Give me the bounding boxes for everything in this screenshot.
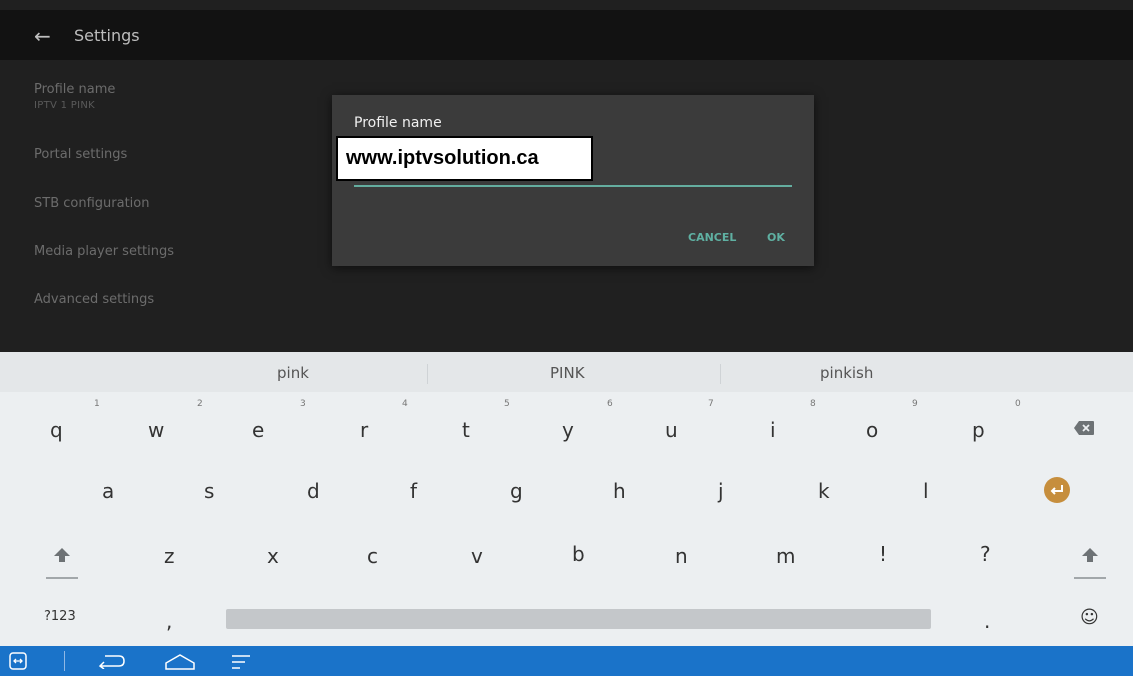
cancel-button[interactable]: CANCEL — [688, 231, 736, 244]
key-exclamation[interactable]: ! — [879, 542, 887, 566]
ok-button[interactable]: OK — [767, 231, 785, 244]
key-k[interactable]: k — [818, 479, 830, 503]
page-title: Settings — [74, 26, 140, 45]
key-r[interactable]: r — [360, 418, 368, 442]
setting-profile-name-value: IPTV 1 PINK — [34, 100, 95, 111]
key-comma[interactable]: , — [166, 609, 172, 633]
app-switch-icon[interactable] — [9, 652, 27, 670]
emoji-icon[interactable]: ☺ — [1080, 607, 1099, 628]
key-hint: 3 — [300, 399, 306, 409]
key-q[interactable]: q — [50, 418, 63, 442]
setting-portal[interactable]: Portal settings — [34, 147, 127, 162]
key-hint: 0 — [1015, 399, 1021, 409]
key-question[interactable]: ? — [980, 542, 991, 566]
symbols-key[interactable]: ?123 — [44, 609, 76, 624]
shift-icon[interactable] — [1072, 542, 1108, 582]
key-x[interactable]: x — [267, 544, 279, 568]
suggestion-3[interactable]: pinkish — [820, 364, 873, 382]
key-j[interactable]: j — [718, 479, 724, 503]
key-c[interactable]: c — [367, 544, 378, 568]
divider — [427, 364, 428, 384]
key-w[interactable]: w — [148, 418, 164, 442]
suggestion-1[interactable]: pink — [277, 364, 309, 382]
dialog-title: Profile name — [354, 115, 442, 131]
key-n[interactable]: n — [675, 544, 688, 568]
key-h[interactable]: h — [613, 479, 626, 503]
key-s[interactable]: s — [204, 479, 214, 503]
key-p[interactable]: p — [972, 418, 985, 442]
key-a[interactable]: a — [102, 479, 114, 503]
setting-advanced[interactable]: Advanced settings — [34, 292, 154, 307]
key-e[interactable]: e — [252, 418, 264, 442]
key-hint: 9 — [912, 399, 918, 409]
space-bar[interactable] — [226, 609, 931, 629]
setting-stb[interactable]: STB configuration — [34, 196, 149, 211]
enter-icon[interactable] — [1043, 476, 1071, 504]
key-hint: 4 — [402, 399, 408, 409]
back-nav-icon[interactable] — [97, 653, 127, 669]
setting-media-player[interactable]: Media player settings — [34, 244, 174, 259]
shift-icon[interactable] — [44, 542, 80, 582]
soft-keyboard: pink PINK pinkish q 1 w 2 e 3 r 4 t 5 y … — [0, 352, 1133, 646]
setting-profile-name[interactable]: Profile name IPTV 1 PINK — [34, 82, 115, 111]
key-y[interactable]: y — [562, 418, 574, 442]
key-hint: 7 — [708, 399, 714, 409]
setting-profile-name-label: Profile name — [34, 82, 116, 97]
divider — [64, 651, 65, 671]
key-b[interactable]: b — [572, 542, 585, 566]
watermark-url: www.iptvsolution.ca — [336, 136, 593, 181]
key-hint: 1 — [94, 399, 100, 409]
key-f[interactable]: f — [410, 479, 417, 503]
key-t[interactable]: t — [462, 418, 470, 442]
back-arrow-icon[interactable]: ← — [34, 24, 51, 48]
key-l[interactable]: l — [923, 479, 929, 503]
suggestion-2[interactable]: PINK — [550, 364, 585, 382]
key-i[interactable]: i — [770, 418, 776, 442]
divider — [720, 364, 721, 384]
key-hint: 2 — [197, 399, 203, 409]
key-g[interactable]: g — [510, 479, 523, 503]
app-bar: ← Settings — [0, 10, 1133, 60]
key-period[interactable]: . — [984, 609, 990, 633]
key-hint: 8 — [810, 399, 816, 409]
key-u[interactable]: u — [665, 418, 678, 442]
system-nav-bar — [0, 646, 1133, 676]
key-m[interactable]: m — [776, 544, 795, 568]
home-nav-icon[interactable] — [163, 653, 197, 671]
key-z[interactable]: z — [164, 544, 175, 568]
key-d[interactable]: d — [307, 479, 320, 503]
key-hint: 6 — [607, 399, 613, 409]
key-o[interactable]: o — [866, 418, 878, 442]
key-v[interactable]: v — [471, 544, 483, 568]
backspace-icon[interactable] — [1073, 420, 1095, 436]
menu-nav-icon[interactable] — [231, 654, 251, 670]
key-hint: 5 — [504, 399, 510, 409]
suggestion-bar: pink PINK pinkish — [0, 352, 1133, 392]
